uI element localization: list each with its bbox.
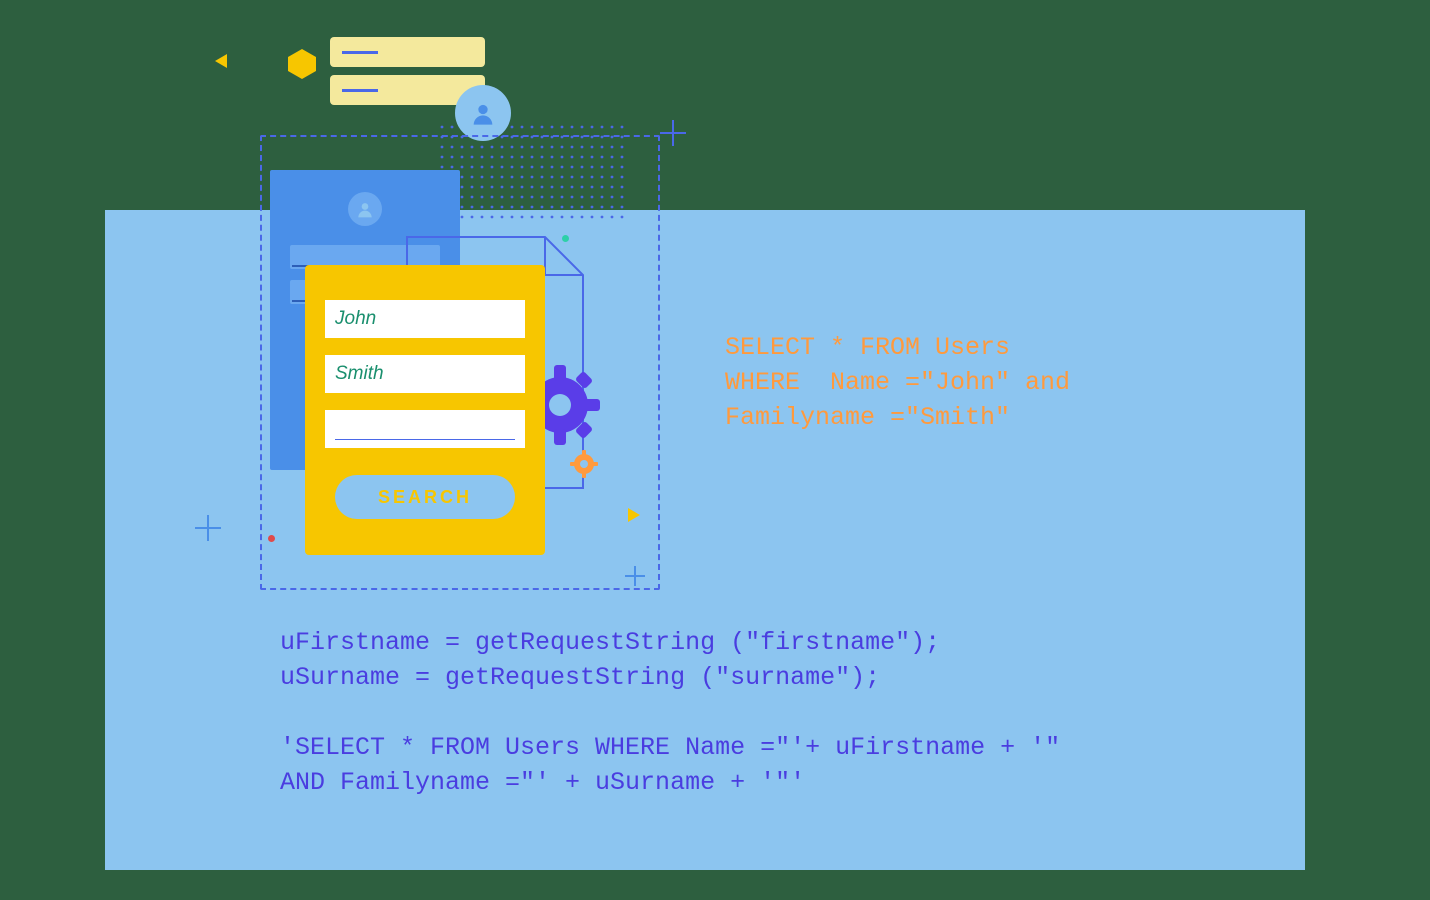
gear-small-icon: [570, 450, 598, 478]
first-name-value: John: [335, 308, 376, 330]
sql-result-text: SELECT * FROM Users WHERE Name ="John" a…: [725, 330, 1070, 435]
plus-decoration: [660, 120, 686, 146]
avatar-icon-small: [348, 192, 382, 226]
header-stub-1: [330, 37, 485, 67]
first-name-field[interactable]: John: [325, 300, 525, 338]
third-field[interactable]: [325, 410, 525, 448]
search-button[interactable]: SEARCH: [335, 475, 515, 519]
server-code-text: uFirstname = getRequestString ("firstnam…: [280, 625, 1060, 800]
avatar-icon: [469, 99, 497, 127]
surname-field[interactable]: Smith: [325, 355, 525, 393]
hexagon-icon: [285, 47, 319, 81]
avatar-circle-large: [455, 85, 511, 141]
search-form-card: John Smith SEARCH: [305, 265, 545, 555]
triangle-decoration: [215, 54, 227, 68]
plus-decoration: [195, 515, 221, 541]
search-button-label: SEARCH: [378, 487, 472, 508]
surname-value: Smith: [335, 363, 384, 385]
